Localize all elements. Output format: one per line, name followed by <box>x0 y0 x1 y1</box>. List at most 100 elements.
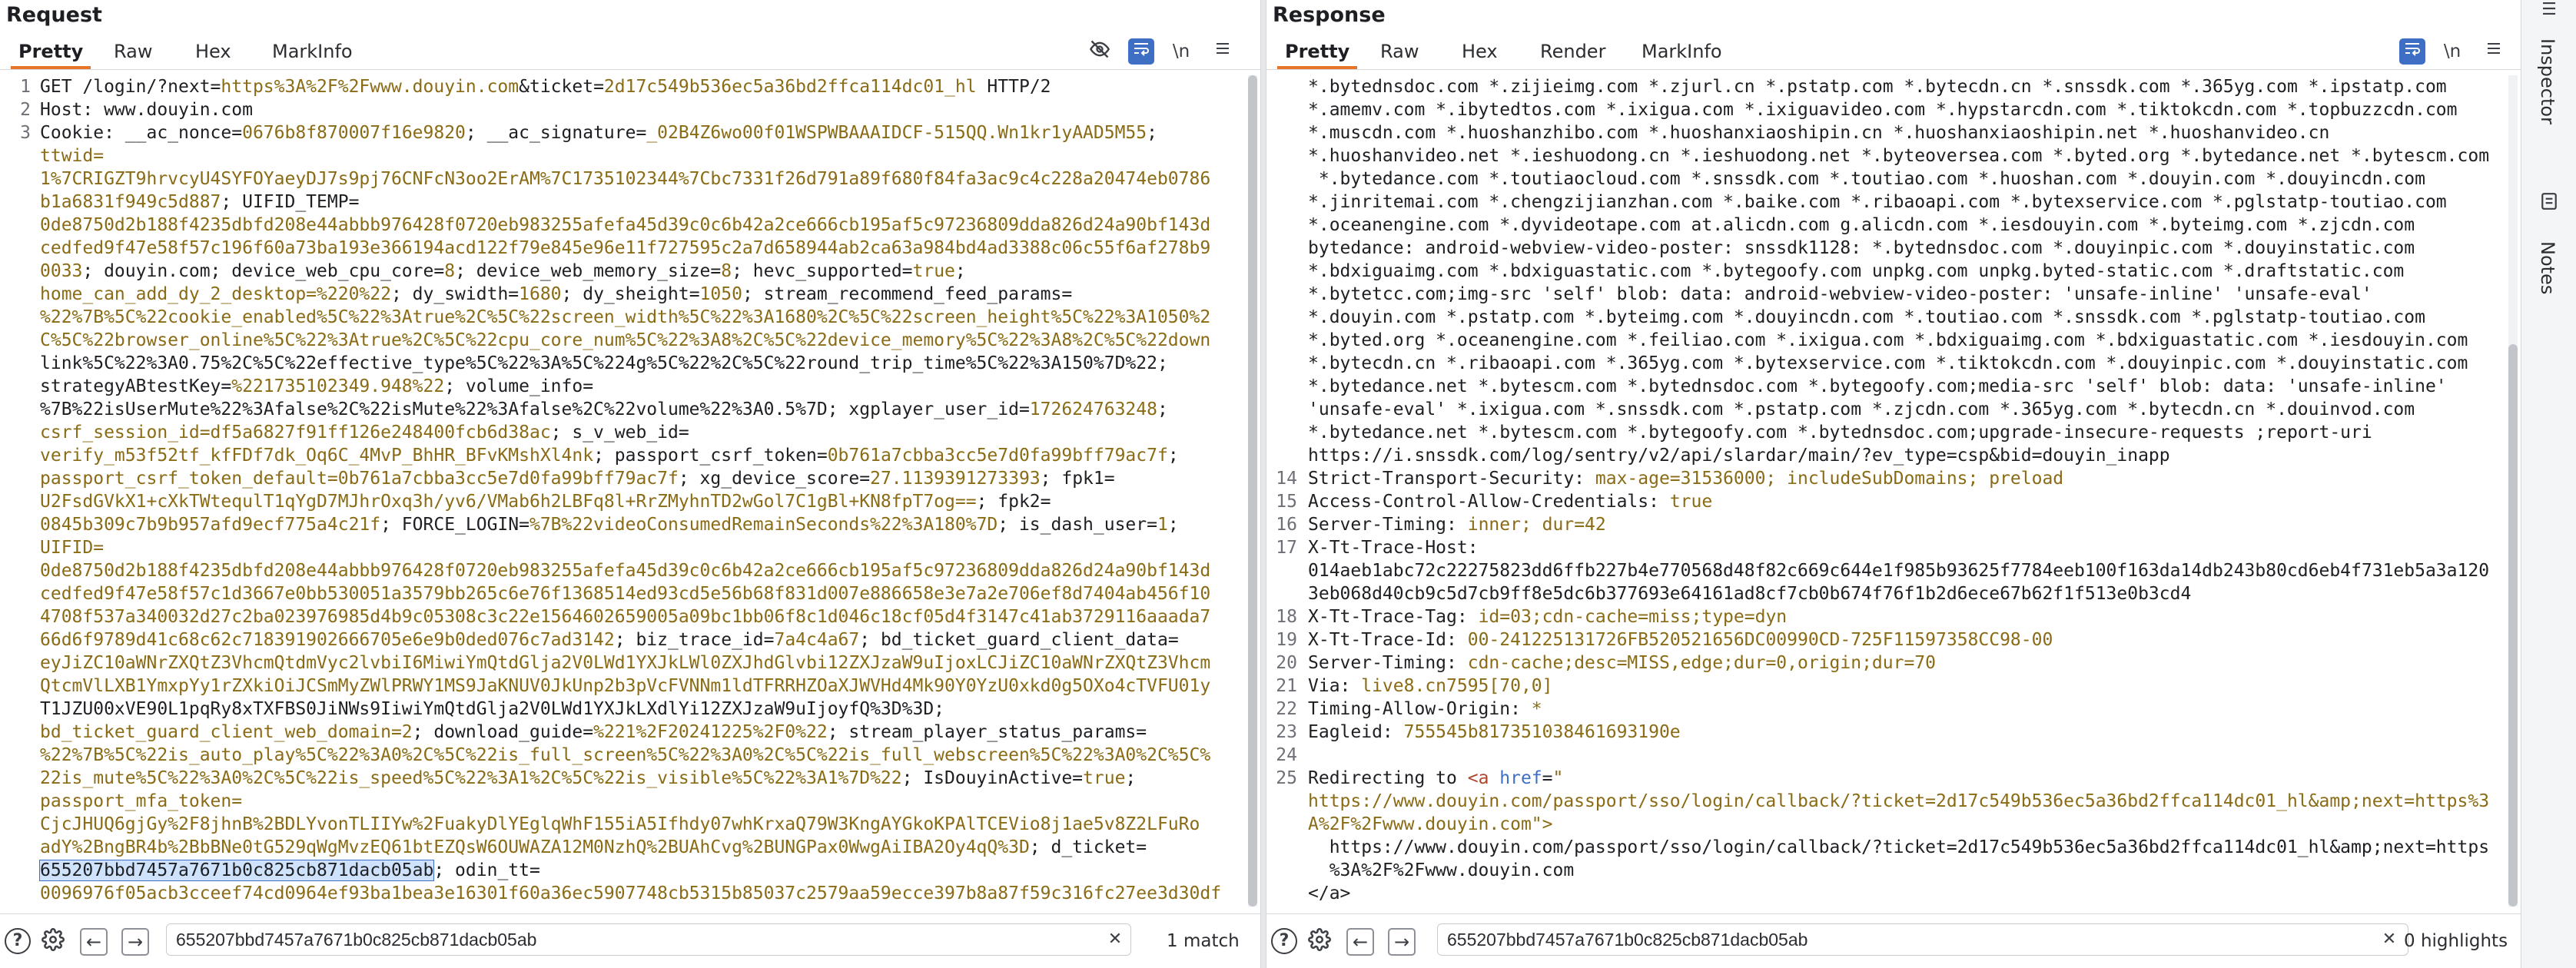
code-line: *.bytednsdoc.com *.zijieimg.com *.zjurl.… <box>1308 77 2447 97</box>
line-number <box>0 698 34 721</box>
line-number <box>1266 191 1300 214</box>
code-line: verify_m53f52tf_kfFDf7dk_Oq6C_4MvP_BhHR_… <box>40 446 1179 466</box>
code-line: https://www.douyin.com/passport/sso/logi… <box>1308 791 2490 811</box>
line-number <box>0 214 34 237</box>
line-number: 25 <box>1276 768 1297 788</box>
code-line: 0845b309c7b9b957afd9ecf775a4c21f; FORCE_… <box>40 515 1179 535</box>
line-number <box>1266 813 1300 836</box>
line-number <box>0 675 34 698</box>
line-number <box>1266 905 1300 907</box>
code-line: *.bytedance.com *.toutiaocloud.com *.sns… <box>1308 169 2425 189</box>
line-number <box>1266 836 1300 859</box>
line-number: 21 <box>1276 676 1297 696</box>
code-line: csrf_session_id=df5a6827f91ff126e248400f… <box>40 423 689 443</box>
help-icon[interactable]: ? <box>5 928 31 954</box>
next-match-button[interactable]: → <box>1388 928 1416 956</box>
code-line: *.amemv.com *.ibytedtos.com *.ixigua.com… <box>1308 100 2458 120</box>
response-scrollbar[interactable] <box>2508 75 2518 907</box>
code-line: cedfed9f47e58f57c1d3667e0bb530051a3579bb… <box>40 584 1211 604</box>
line-number: 23 <box>1276 722 1297 742</box>
pane-divider[interactable] <box>1260 0 1266 968</box>
code-line: %22%7B%5C%22is_auto_play%5C%22%3A0%2C%5C… <box>40 745 1211 765</box>
request-tab-markinfo[interactable]: MarkInfo <box>269 35 356 68</box>
line-number <box>1266 283 1300 306</box>
code-line: A%2F%2Fwww.douyin.com"> <box>1308 814 1553 834</box>
line-number <box>0 582 34 605</box>
eye-off-icon[interactable] <box>1087 38 1113 65</box>
code-line: C%5C%22browser_online%5C%22%3Atrue%2C%5C… <box>40 330 1211 350</box>
clear-icon[interactable]: ✕ <box>1104 928 1127 951</box>
clear-icon[interactable]: ✕ <box>2378 928 2401 951</box>
response-editor[interactable]: 14 15 16 17 18 19 20 21 22 23 24 25 *.bytednsdoc.co… <box>1266 75 2521 907</box>
code-line: Host: www.douyin.com <box>40 100 253 120</box>
request-tab-raw[interactable]: Raw <box>111 35 155 68</box>
gear-icon[interactable] <box>40 928 66 954</box>
line-number <box>1266 260 1300 283</box>
line-number <box>0 536 34 559</box>
code-line: *.muscdn.com *.huoshanzhibo.com *.huosha… <box>1308 123 2330 143</box>
line-number <box>0 352 34 375</box>
response-search-bar: ? ← → ✕ 0 highlights <box>1266 913 2521 968</box>
code-line: %3A%2F%2Fwww.douyin.com <box>1308 860 1575 880</box>
request-tab-hex[interactable]: Hex <box>192 35 234 68</box>
previous-match-button[interactable]: ← <box>1346 928 1374 956</box>
request-pane: Request Pretty Raw Hex MarkInfo \n 1 2 3 G… <box>0 0 1260 968</box>
response-tab-hex[interactable]: Hex <box>1459 35 1501 68</box>
request-scrollbar[interactable] <box>1248 75 1257 907</box>
menu-icon[interactable] <box>2481 38 2507 65</box>
notes-icon <box>2539 192 2559 212</box>
gear-icon[interactable] <box>1306 928 1333 954</box>
line-number <box>0 260 34 283</box>
line-number <box>1266 559 1300 582</box>
code-line: *.bytedance.net *.bytescm.com *.bytegoof… <box>1308 423 2372 443</box>
response-tab-pretty[interactable]: Pretty <box>1276 35 1358 69</box>
response-tab-raw[interactable]: Raw <box>1377 35 1422 68</box>
newline-icon[interactable]: \n <box>1168 38 1194 65</box>
code-line: 1%7CRIGZT9hrvcyU4SYFOYaeyDJ7s9pj76CNFcN3… <box>40 169 1211 189</box>
code-line: 3eb068d40cb9c5d7cb9ff8e5dc6b377693e64161… <box>1308 584 2192 604</box>
response-tab-markinfo[interactable]: MarkInfo <box>1638 35 1725 68</box>
line-number: 2 <box>20 100 31 120</box>
line-number <box>0 721 34 744</box>
right-sidebar: ☰ Inspector Notes <box>2521 0 2576 968</box>
code-line: *.byted.org *.oceanengine.com *.feiliao.… <box>1308 330 2468 350</box>
sidebar-tab-notes[interactable]: Notes <box>2521 192 2576 315</box>
response-tab-render[interactable]: Render <box>1537 35 1608 68</box>
code-line: CjcJHUQ6gjGy%2F8jhnB%2BDLYvonTLIIYw%2Fua… <box>40 814 1200 834</box>
request-match-count: 1 match <box>1167 931 1240 951</box>
response-scrollbar-thumb[interactable] <box>2508 344 2518 907</box>
code-line: 22is_mute%5C%22%3A0%2C%5C%22is_speed%5C%… <box>40 768 1137 788</box>
code-line: Timing-Allow-Origin: * <box>1308 699 1542 719</box>
code-line: X-Tt-Trace-Tag: id=03;cdn-cache=miss;typ… <box>1308 607 1788 627</box>
next-match-button[interactable]: → <box>121 928 149 956</box>
line-number <box>1266 167 1300 191</box>
code-line: </a> <box>1308 883 1351 903</box>
code-line: *.bytetcc.com;img-src 'self' blob: data:… <box>1308 284 2372 304</box>
code-line: GET /login/?next=https%3A%2F%2Fwww.douyi… <box>40 77 1051 97</box>
code-line: 655207bbd7457a7671b0c825cb871dacb05ab; o… <box>38 860 540 881</box>
menu-icon[interactable] <box>1210 38 1236 65</box>
previous-match-button[interactable]: ← <box>80 928 108 956</box>
code-line: Server-Timing: cdn-cache;desc=MISS,edge;… <box>1308 653 1936 673</box>
line-number <box>1266 98 1300 121</box>
line-number <box>1266 859 1300 882</box>
code-line: https://www.douyin.com/passport/sso/logi… <box>1308 837 2490 857</box>
request-tabs: Pretty Raw Hex MarkInfo <box>0 35 1260 70</box>
code-line: cedfed9f47e58f57c196f60a73ba193e366194ac… <box>40 238 1211 258</box>
line-number <box>1266 790 1300 813</box>
line-number: 24 <box>1276 745 1297 765</box>
response-code[interactable]: *.bytednsdoc.com *.zijieimg.com *.zjurl.… <box>1308 75 2502 907</box>
request-scrollbar-thumb[interactable] <box>1248 75 1257 907</box>
wrap-icon[interactable] <box>2399 38 2425 65</box>
wrap-icon[interactable] <box>1128 38 1154 65</box>
line-number <box>0 398 34 421</box>
response-search-input[interactable] <box>1437 923 2408 956</box>
sidebar-tab-inspector[interactable]: ☰ Inspector <box>2521 0 2576 138</box>
request-tab-pretty[interactable]: Pretty <box>10 35 91 69</box>
newline-icon[interactable]: \n <box>2439 38 2465 65</box>
request-editor[interactable]: 1 2 3 GET /login/?next=https%3A%2F%2Fwww.d… <box>0 75 1260 907</box>
request-code[interactable]: GET /login/?next=https%3A%2F%2Fwww.douyi… <box>38 75 1242 905</box>
code-line: bd_ticket_guard_client_web_domain=2; dow… <box>40 722 1147 742</box>
request-search-input[interactable] <box>166 923 1131 956</box>
help-icon[interactable]: ? <box>1271 928 1297 954</box>
